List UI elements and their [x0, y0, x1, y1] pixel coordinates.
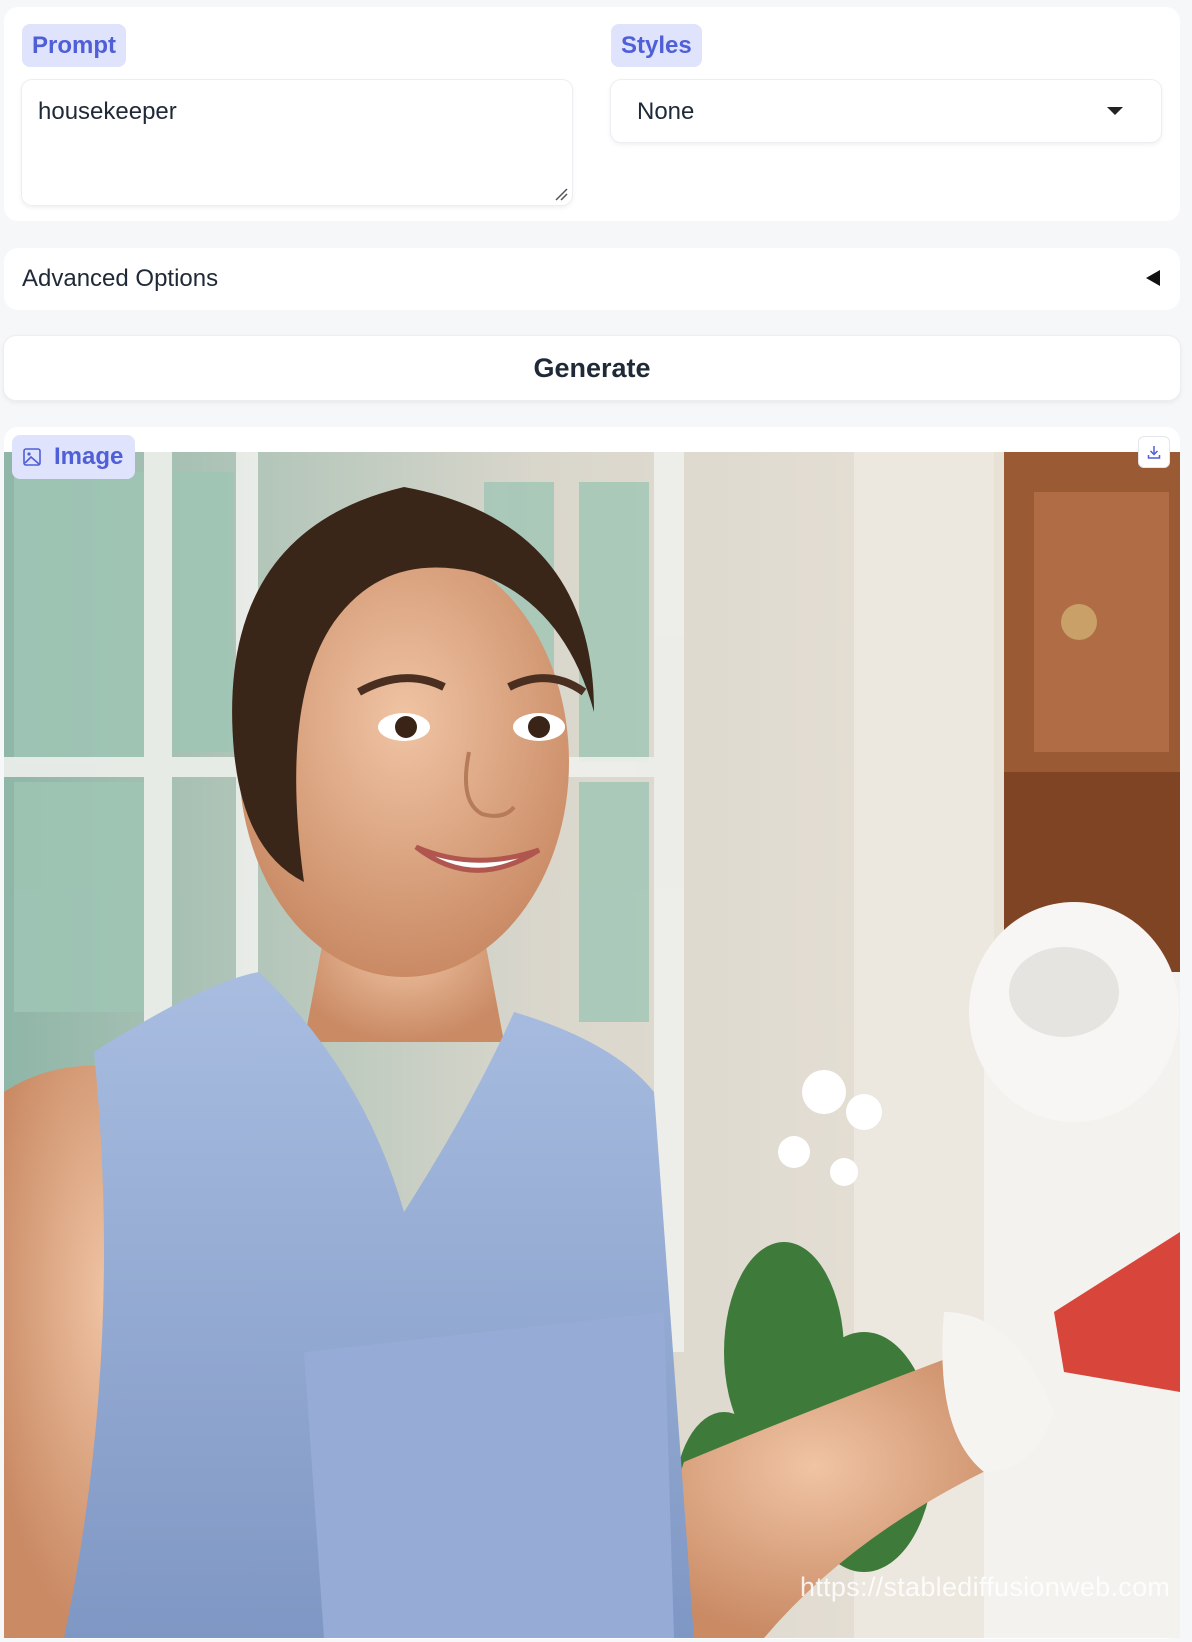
styles-selected-value: None	[637, 98, 695, 125]
resize-grip-icon[interactable]	[554, 187, 568, 201]
prompt-text: housekeeper	[38, 98, 177, 125]
caret-down-icon	[1107, 107, 1123, 115]
image-label-text: Image	[54, 443, 124, 470]
styles-dropdown[interactable]: None	[611, 80, 1161, 142]
styles-label: Styles	[611, 24, 702, 67]
generated-image	[4, 452, 1180, 1638]
generate-button[interactable]: Generate	[4, 336, 1180, 400]
prompt-label: Prompt	[22, 24, 126, 67]
caret-left-icon	[1146, 270, 1160, 286]
image-output-label: Image	[12, 435, 136, 479]
download-icon	[1147, 446, 1161, 459]
advanced-options-label: Advanced Options	[22, 265, 219, 292]
prompt-textarea[interactable]: housekeeper	[22, 80, 572, 205]
advanced-options-accordion[interactable]: Advanced Options	[4, 248, 1180, 310]
image-icon	[23, 448, 41, 466]
watermark-text: https://stablediffusionweb.com	[800, 1572, 1171, 1602]
download-button[interactable]	[1138, 436, 1170, 468]
